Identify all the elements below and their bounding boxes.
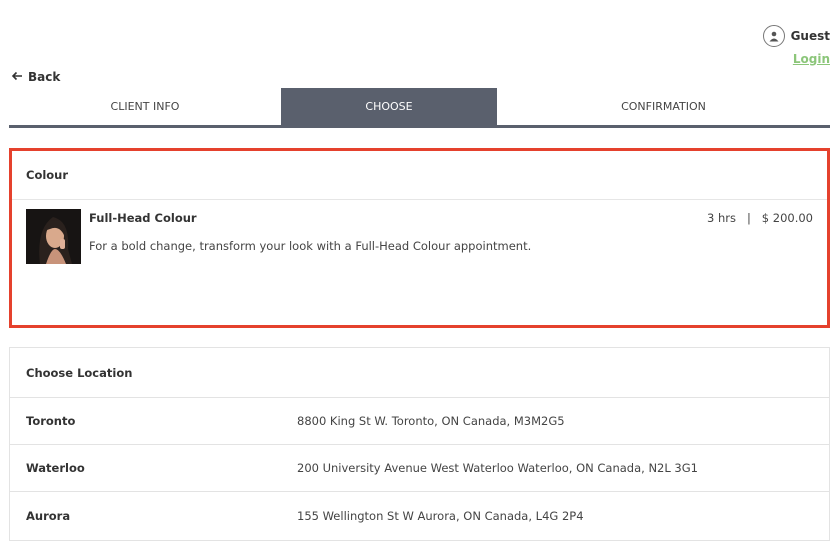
back-button[interactable]: Back bbox=[11, 70, 60, 84]
location-row-waterloo[interactable]: Waterloo 200 University Avenue West Wate… bbox=[10, 445, 829, 492]
service-name: Full-Head Colour bbox=[89, 211, 197, 225]
location-section-title: Choose Location bbox=[10, 348, 829, 398]
user-menu[interactable]: Guest bbox=[762, 25, 830, 47]
location-row-toronto[interactable]: Toronto 8800 King St W. Toronto, ON Cana… bbox=[10, 398, 829, 445]
location-row-aurora[interactable]: Aurora 155 Wellington St W Aurora, ON Ca… bbox=[10, 492, 829, 539]
location-city: Waterloo bbox=[26, 461, 85, 475]
tab-choose[interactable]: CHOOSE bbox=[281, 88, 497, 125]
location-address: 8800 King St W. Toronto, ON Canada, M3M2… bbox=[297, 414, 565, 428]
user-name: Guest bbox=[790, 29, 830, 43]
arrow-left-icon bbox=[11, 70, 23, 84]
location-address: 200 University Avenue West Waterloo Wate… bbox=[297, 461, 698, 475]
tabs-underline bbox=[9, 125, 830, 128]
back-label: Back bbox=[28, 70, 61, 84]
location-section: Choose Location Toronto 8800 King St W. … bbox=[9, 347, 830, 541]
location-address: 155 Wellington St W Aurora, ON Canada, L… bbox=[297, 508, 584, 523]
service-meta: 3 hrs | $ 200.00 bbox=[707, 211, 813, 225]
colour-section: Colour Full-Head Colour 3 hrs | $ 200.00… bbox=[9, 148, 830, 328]
login-link[interactable]: Login bbox=[793, 52, 830, 66]
step-tabs: CLIENT INFO CHOOSE CONFIRMATION bbox=[9, 88, 830, 128]
location-city: Toronto bbox=[26, 414, 76, 428]
service-item[interactable]: Full-Head Colour 3 hrs | $ 200.00 For a … bbox=[12, 200, 827, 328]
service-duration: 3 hrs bbox=[706, 211, 736, 225]
service-description: For a bold change, transform your look w… bbox=[89, 239, 532, 253]
colour-section-title: Colour bbox=[12, 151, 827, 200]
service-thumbnail bbox=[26, 209, 81, 264]
location-city: Aurora bbox=[26, 508, 71, 523]
tab-confirmation[interactable]: CONFIRMATION bbox=[497, 88, 830, 125]
user-avatar-icon bbox=[762, 25, 785, 47]
service-price: $ 200.00 bbox=[761, 211, 813, 225]
tab-client-info[interactable]: CLIENT INFO bbox=[9, 88, 281, 125]
meta-separator: | bbox=[746, 211, 751, 225]
